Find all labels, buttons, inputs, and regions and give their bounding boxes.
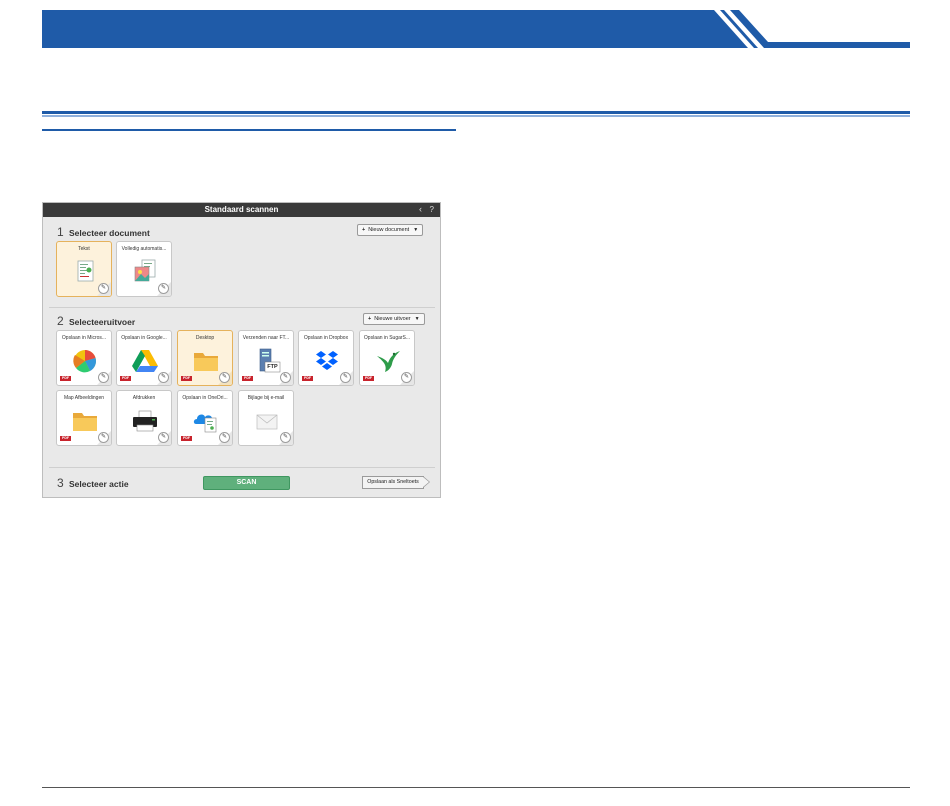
section-rule [42, 104, 910, 117]
pdf-badge: PDF [181, 436, 192, 441]
output-card-dropbox[interactable]: Opslaan in Dropbox PDF ✎ [298, 330, 354, 386]
section-divider [49, 307, 435, 308]
edit-pencil-icon[interactable]: ✎ [280, 432, 291, 443]
pdf-badge: PDF [60, 436, 71, 441]
plus-icon: + [362, 227, 366, 233]
document-card-tekst[interactable]: Tekst ✎ [56, 241, 112, 297]
pdf-badge: PDF [363, 376, 374, 381]
dropbox-icon [313, 348, 341, 374]
output-card-map-afbeeldingen[interactable]: Map Afbeeldingen PDF ✎ [56, 390, 112, 446]
edit-pencil-icon[interactable]: ✎ [280, 372, 291, 383]
section-3-number: 3 [57, 476, 64, 490]
output-card-onedrive[interactable]: Opslaan in OneDri... PDF ✎ [177, 390, 233, 446]
output-card-desktop[interactable]: Desktop PDF ✎ [177, 330, 233, 386]
new-output-button[interactable]: + Nieuwe uitvoer ▼ [363, 313, 425, 325]
output-card-afdrukken[interactable]: Afdrukken ✎ [116, 390, 172, 446]
output-card-google-drive[interactable]: Opslaan in Google... PDF ✎ [116, 330, 172, 386]
ftp-label: FTP [267, 364, 278, 370]
section-1-label: Selecteer document [69, 228, 150, 238]
folder-icon [192, 348, 220, 374]
text-document-icon [71, 259, 99, 285]
printer-icon [131, 408, 159, 434]
section-3-label: Selecteer actie [69, 479, 129, 489]
edit-pencil-icon[interactable]: ✎ [219, 372, 230, 383]
window-title: Standaard scannen [204, 205, 279, 214]
pdf-badge: PDF [181, 376, 192, 381]
section-divider [49, 467, 435, 468]
edit-pencil-icon[interactable]: ✎ [401, 372, 412, 383]
section-2-label: Selecteeruitvoer [69, 317, 136, 327]
edit-pencil-icon[interactable]: ✎ [158, 372, 169, 383]
edit-pencil-icon[interactable]: ✎ [98, 283, 109, 294]
pictures-folder-icon [71, 408, 99, 434]
footer-rule [42, 787, 910, 788]
email-icon [253, 408, 281, 434]
page-header-banner [42, 10, 910, 48]
dropdown-arrow-icon: ▼ [414, 316, 420, 322]
sharepoint-icon [71, 348, 99, 374]
output-card-email[interactable]: Bijlage bij e-mail ✎ [238, 390, 294, 446]
new-document-button[interactable]: + Nieuw document ▼ [357, 224, 424, 236]
sugarsync-icon [374, 348, 402, 374]
pdf-badge: PDF [60, 376, 71, 381]
back-arrow-icon[interactable]: ‹ [419, 203, 422, 216]
output-card-sugarsync[interactable]: Opslaan in SugarS... PDF ✎ [359, 330, 415, 386]
pdf-badge: PDF [120, 376, 131, 381]
edit-pencil-icon[interactable]: ✎ [340, 372, 351, 383]
ftp-server-icon: FTP [253, 348, 281, 374]
edit-pencil-icon[interactable]: ✎ [98, 432, 109, 443]
section-2-number: 2 [57, 314, 64, 328]
pdf-badge: PDF [302, 376, 313, 381]
scan-button[interactable]: SCAN [203, 476, 290, 490]
help-icon[interactable]: ? [430, 203, 434, 216]
output-card-ftp[interactable]: Verzenden naar FT... FTP PDF ✎ [238, 330, 294, 386]
dropdown-arrow-icon: ▼ [413, 227, 419, 233]
standard-scan-window: Standaard scannen ‹ ? 1 Selecteer docume… [42, 202, 441, 498]
pdf-badge: PDF [242, 376, 253, 381]
section-1-number: 1 [57, 225, 64, 239]
subsection-rule [42, 129, 456, 131]
edit-pencil-icon[interactable]: ✎ [158, 432, 169, 443]
document-card-volledig-automatisch[interactable]: Volledig automatis... ✎ [116, 241, 172, 297]
save-as-shortcut-button[interactable]: Opslaan als Sneltoets [362, 476, 424, 489]
edit-pencil-icon[interactable]: ✎ [158, 283, 169, 294]
title-bar: Standaard scannen ‹ ? [43, 203, 440, 217]
edit-pencil-icon[interactable]: ✎ [219, 432, 230, 443]
onedrive-icon [192, 408, 220, 434]
edit-pencil-icon[interactable]: ✎ [98, 372, 109, 383]
output-card-microsoft[interactable]: Opslaan in Micros... PDF ✎ [56, 330, 112, 386]
plus-icon: + [368, 316, 372, 322]
google-drive-icon [131, 348, 159, 374]
auto-document-icon [131, 259, 159, 285]
